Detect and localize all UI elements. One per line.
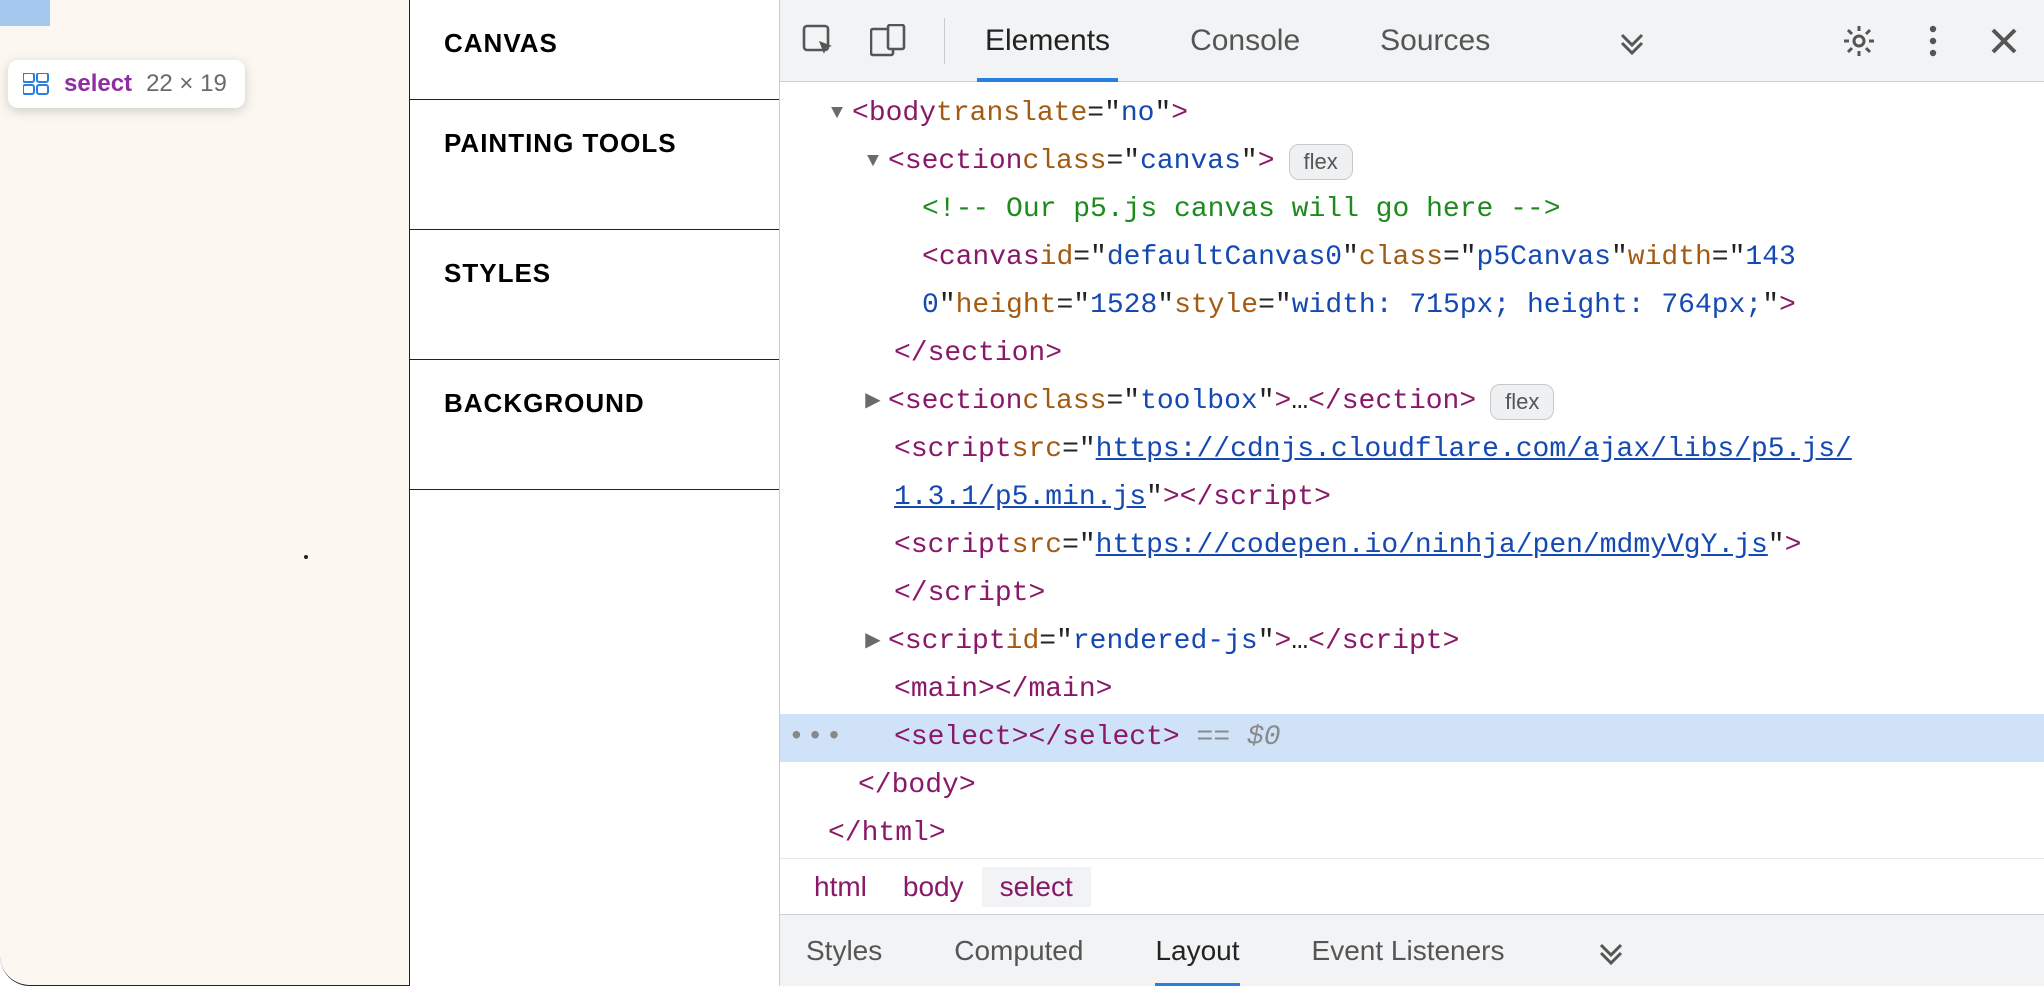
expand-triangle-icon[interactable]: ▼: [864, 138, 882, 186]
subtab-layout[interactable]: Layout: [1155, 915, 1239, 986]
settings-icon[interactable]: [1842, 24, 1876, 58]
subtab-event-listeners[interactable]: Event Listeners: [1312, 915, 1505, 986]
toolbox-item-styles[interactable]: STYLES: [410, 230, 779, 360]
dom-close-html[interactable]: </html>: [780, 810, 2044, 858]
kebab-menu-icon[interactable]: [1928, 24, 1938, 58]
dom-node-script2[interactable]: <script src="https://codepen.io/ninhja/p…: [780, 522, 2044, 570]
page-preview: select 22 × 19: [0, 0, 410, 986]
dom-node-script1[interactable]: <script src="https://cdnjs.cloudflare.co…: [780, 426, 2044, 474]
tooltip-dimensions: 22 × 19: [146, 70, 227, 98]
element-inspect-tooltip: select 22 × 19: [8, 60, 245, 108]
devtools-panel: Elements Console Sources: [780, 0, 2044, 986]
toolbox-item-painting-tools[interactable]: PAINTING TOOLS: [410, 100, 779, 230]
expand-triangle-icon[interactable]: ▼: [828, 90, 846, 138]
subtab-computed[interactable]: Computed: [954, 915, 1083, 986]
tab-sources[interactable]: Sources: [1380, 0, 1490, 81]
dom-node-script1-cont[interactable]: 1.3.1/p5.min.js"></script>: [780, 474, 2044, 522]
more-subtabs-icon[interactable]: [1597, 937, 1625, 965]
dom-node-body[interactable]: ▼<body translate="no">: [780, 90, 2044, 138]
tabbar-divider: [944, 18, 945, 64]
collapse-triangle-icon[interactable]: ▶: [864, 618, 882, 666]
toolbox-item-background[interactable]: BACKGROUND: [410, 360, 779, 490]
select-element-icon: [22, 73, 50, 95]
dom-breadcrumb: html body select: [780, 858, 2044, 914]
toolbox-item-canvas[interactable]: CANVAS: [410, 0, 779, 100]
crumb-body[interactable]: body: [885, 867, 982, 907]
tab-elements[interactable]: Elements: [985, 0, 1110, 81]
dom-close-section[interactable]: </section>: [780, 330, 2044, 378]
decorative-dot: [304, 555, 308, 559]
collapse-triangle-icon[interactable]: ▶: [864, 378, 882, 426]
flex-badge[interactable]: flex: [1289, 144, 1353, 180]
more-tabs-icon[interactable]: [1618, 27, 1646, 55]
dom-node-canvas[interactable]: <canvas id="defaultCanvas0" class="p5Can…: [780, 234, 2044, 282]
toolbox-sidebar: CANVAS PAINTING TOOLS STYLES BACKGROUND: [410, 0, 780, 986]
dom-node-select[interactable]: ••• <select></select> == $0: [780, 714, 2044, 762]
dom-node-script3[interactable]: ▶<script id="rendered-js">…</script>: [780, 618, 2044, 666]
highlighted-element-box: [0, 0, 50, 26]
close-icon[interactable]: [1990, 27, 2018, 55]
subtab-styles[interactable]: Styles: [806, 915, 882, 986]
inspect-icon[interactable]: [802, 24, 836, 58]
tab-console[interactable]: Console: [1190, 0, 1300, 81]
dom-node-section-canvas[interactable]: ▼<section class="canvas">flex: [780, 138, 2044, 186]
dom-node-script2-close[interactable]: </script>: [780, 570, 2044, 618]
dom-node-main[interactable]: <main></main>: [780, 666, 2044, 714]
crumb-html[interactable]: html: [796, 867, 885, 907]
dom-node-section-toolbox[interactable]: ▶<section class="toolbox">…</section>fle…: [780, 378, 2044, 426]
styles-tabbar: Styles Computed Layout Event Listeners: [780, 914, 2044, 986]
tooltip-tag: select: [64, 70, 132, 98]
dom-comment[interactable]: <!-- Our p5.js canvas will go here -->: [780, 186, 2044, 234]
flex-badge[interactable]: flex: [1490, 384, 1554, 420]
dom-tree[interactable]: ▼<body translate="no"> ▼<section class="…: [780, 82, 2044, 858]
dom-close-body[interactable]: </body>: [780, 762, 2044, 810]
dom-node-canvas-cont[interactable]: 0" height="1528" style="width: 715px; he…: [780, 282, 2044, 330]
devtools-tabbar: Elements Console Sources: [780, 0, 2044, 82]
crumb-select[interactable]: select: [982, 867, 1091, 907]
row-actions-icon[interactable]: •••: [788, 714, 844, 762]
device-toggle-icon[interactable]: [870, 24, 906, 58]
